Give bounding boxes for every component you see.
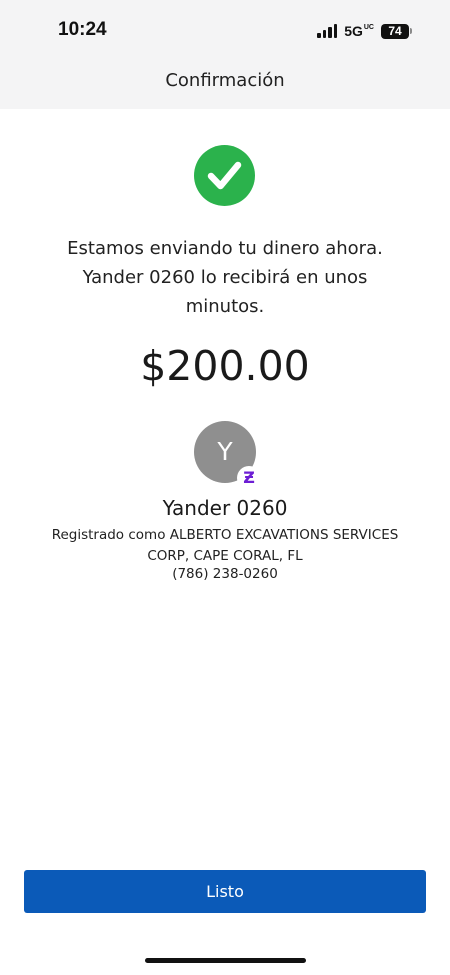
zelle-icon: Ƶ (237, 466, 261, 490)
checkmark-icon (194, 145, 255, 206)
network-suffix: UC (363, 24, 374, 31)
battery-icon: 74 (381, 23, 412, 39)
registered-line-1: Registrado como ALBERTO EXCAVATIONS SERV… (51, 527, 399, 543)
confirmation-message: Estamos enviando tu dinero ahora. Yander… (40, 234, 410, 321)
recipient-name: Yander 0260 (162, 496, 288, 520)
cellular-signal-icon (317, 24, 338, 38)
done-button[interactable]: Listo (24, 870, 426, 913)
amount-sent: $200.00 (140, 342, 310, 390)
network-type: 5G UC (344, 23, 374, 39)
recipient-phone: (786) 238-0260 (172, 566, 278, 582)
page-title: Confirmación (165, 70, 285, 91)
message-line-3: minutos. (185, 296, 265, 317)
message-line-1: Estamos enviando tu dinero ahora. (67, 238, 383, 259)
home-indicator[interactable] (145, 958, 306, 963)
registered-line-2: CORP, CAPE CORAL, FL (147, 548, 303, 564)
status-indicators: 5G UC 74 (317, 20, 412, 42)
network-label: 5G (344, 23, 363, 39)
registered-as: Registrado como ALBERTO EXCAVATIONS SERV… (45, 525, 405, 567)
battery-level: 74 (381, 23, 409, 39)
top-bar: 10:24 5G UC 74 Confirmación (0, 0, 450, 109)
message-line-2: Yander 0260 lo recibirá en unos (82, 267, 368, 288)
status-time: 10:24 (58, 19, 107, 40)
